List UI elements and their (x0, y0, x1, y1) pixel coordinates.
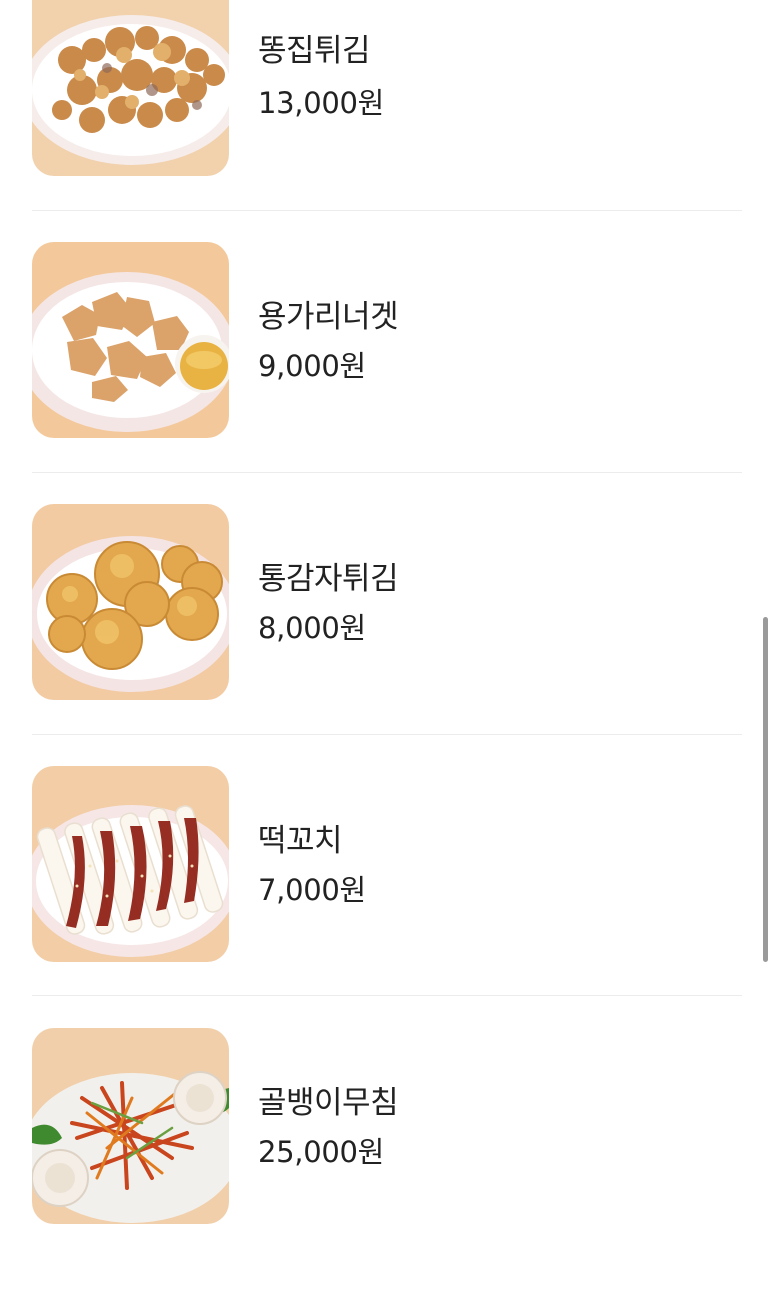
menu-item-price: 7,000원 (258, 873, 366, 907)
menu-item-photo (32, 242, 229, 438)
menu-item-photo (32, 1028, 229, 1224)
menu-item[interactable]: 골뱅이무침 25,000원 (0, 1028, 773, 1289)
divider (32, 210, 742, 211)
scrollbar[interactable] (763, 617, 768, 962)
menu-item-name: 떡꼬치 (258, 823, 343, 859)
menu-item-name: 골뱅이무침 (258, 1085, 399, 1121)
menu-item-photo (32, 766, 229, 962)
menu-item-price: 25,000원 (258, 1135, 385, 1169)
divider (32, 734, 742, 735)
menu-item[interactable]: 통감자튀김 8,000원 (0, 504, 773, 765)
menu-item[interactable]: 떡꼬치 7,000원 (0, 766, 773, 1027)
menu-item-photo (32, 504, 229, 700)
menu-item-price: 9,000원 (258, 349, 366, 383)
menu-item-price: 8,000원 (258, 611, 366, 645)
menu-item[interactable]: 똥집튀김 13,000원 (0, 0, 773, 241)
menu-item-name: 통감자튀김 (258, 561, 399, 597)
menu-item[interactable]: 용가리너겟 9,000원 (0, 242, 773, 503)
menu-item-price: 13,000원 (258, 86, 385, 120)
menu-item-name: 똥집튀김 (258, 33, 371, 69)
divider (32, 472, 742, 473)
menu-item-name: 용가리너겟 (258, 299, 399, 335)
divider (32, 995, 742, 996)
menu-item-photo (32, 0, 229, 176)
